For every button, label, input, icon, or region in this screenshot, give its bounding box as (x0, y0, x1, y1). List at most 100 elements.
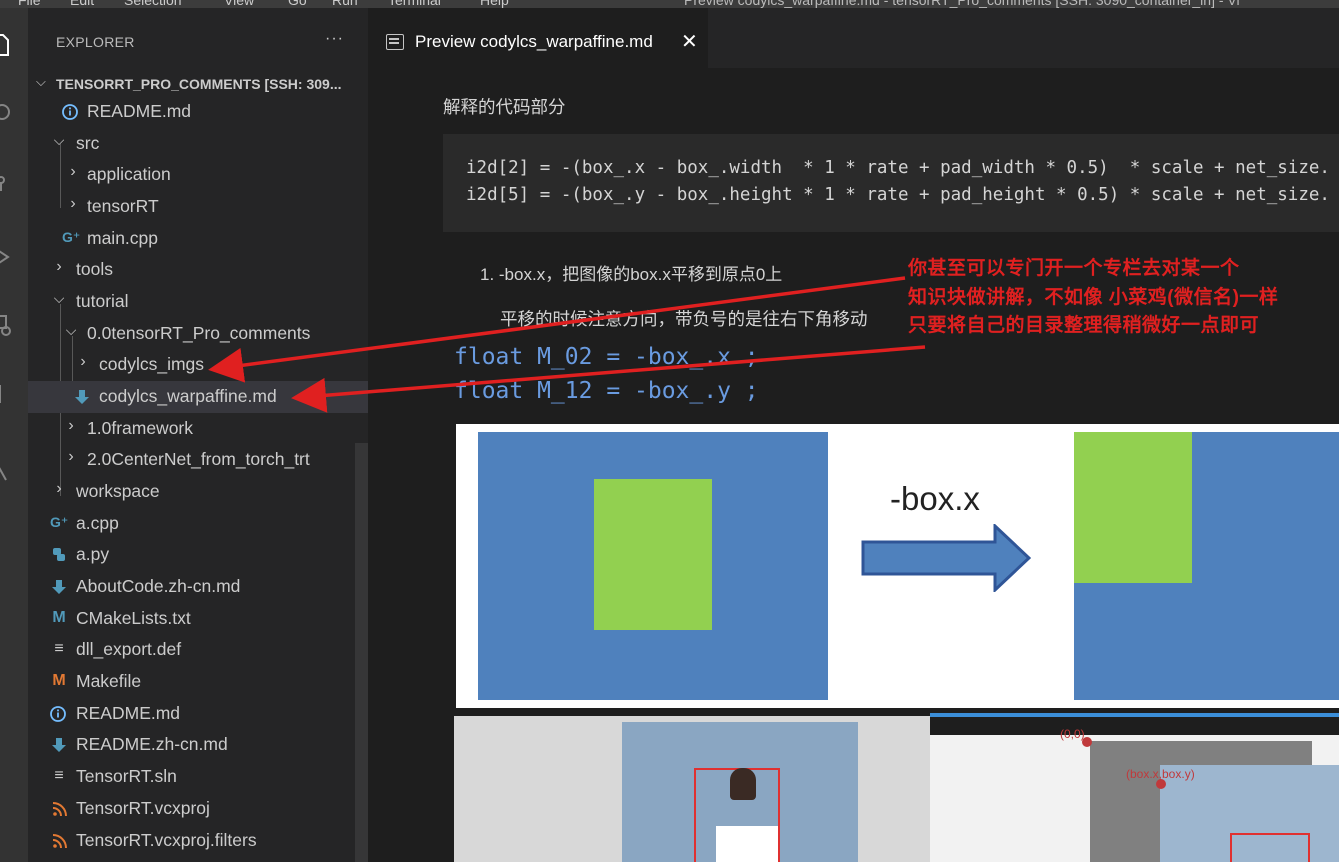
tree-folder-tools[interactable]: › tools (28, 254, 368, 286)
translation-diagram-image: -box.x (456, 424, 1339, 708)
tree-item-label: 1.0framework (87, 418, 194, 438)
tree-item-label: tools (76, 259, 113, 279)
source-control-icon[interactable] (0, 172, 14, 198)
tree-item-readme-zh[interactable]: README.zh-cn.md (28, 729, 368, 761)
tree-item-sln[interactable]: ≡ TensorRT.sln (28, 761, 368, 793)
tree-folder-tutorial[interactable]: ⌵ tutorial (28, 286, 368, 318)
code-line: i2d[2] = -(box_.x - box_.width * 1 * rat… (466, 158, 1330, 178)
tree-item-main-cpp[interactable]: G⁺ main.cpp (28, 223, 368, 255)
makefile-icon: M (52, 672, 66, 689)
tab-preview-warpaffine[interactable]: Preview codylcs_warpaffine.md ✕ (368, 8, 708, 68)
tree-item-label: CMakeLists.txt (76, 608, 191, 628)
tree-item-readme-src[interactable]: README.md (28, 96, 368, 128)
tree-item-label: dll_export.def (76, 639, 182, 659)
menu-edit[interactable]: Edit (70, 0, 94, 8)
markdown-download-icon (52, 738, 66, 752)
tree-item-label: codylcs_warpaffine.md (99, 386, 277, 406)
annotation-line: 知识块做讲解，不如像 小菜鸡(微信名)一样 (908, 287, 1279, 308)
tree-item-label: application (87, 164, 171, 184)
run-debug-icon[interactable] (0, 244, 14, 270)
tree-item-warpaffine-md[interactable]: codylcs_warpaffine.md (28, 381, 368, 413)
chevron-down-icon: ⌵ (36, 74, 46, 89)
menu-selection[interactable]: Selection (124, 0, 182, 8)
tree-item-dll-export[interactable]: ≡ dll_export.def (28, 634, 368, 666)
tab-label: Preview codylcs_warpaffine.md (415, 32, 653, 51)
detection-box (1230, 833, 1310, 862)
tree-folder-src[interactable]: ⌵ src (28, 128, 368, 160)
search-icon[interactable] (0, 100, 14, 126)
remote-explorer-icon[interactable] (0, 312, 14, 338)
chevron-right-icon: › (56, 480, 62, 497)
tree-folder-tensorrt[interactable]: › tensorRT (28, 191, 368, 223)
tree-item-vcxproj[interactable]: TensorRT.vcxproj (28, 793, 368, 825)
tree-folder-application[interactable]: › application (28, 159, 368, 191)
cpp-file-icon: G⁺ (62, 229, 81, 245)
activity-bar (0, 8, 28, 862)
target-box-rect (1074, 432, 1192, 583)
person-body (716, 826, 778, 862)
float-code-line: float M_02 = -box_.x ; (454, 344, 759, 370)
tree-folder-comments[interactable]: ⌵ 0.0tensorRT_Pro_comments (28, 318, 368, 350)
menu-go[interactable]: Go (288, 0, 307, 8)
menu-run[interactable]: Run (332, 0, 358, 8)
chevron-right-icon: › (70, 163, 76, 180)
tree-item-label: TensorRT.vcxproj (76, 798, 210, 818)
chevron-right-icon: › (68, 448, 74, 465)
tree-item-a-cpp[interactable]: G⁺ a.cpp (28, 508, 368, 540)
person-head (730, 768, 756, 800)
testing-icon[interactable] (0, 458, 14, 484)
tree-item-label: workspace (76, 481, 160, 501)
tree-folder-centernet[interactable]: › 2.0CenterNet_from_torch_trt (28, 444, 368, 476)
chevron-right-icon: › (68, 417, 74, 434)
tree-folder-framework[interactable]: › 1.0framework (28, 413, 368, 445)
markdown-download-icon (52, 580, 66, 594)
text-lines-icon: ≡ (54, 767, 64, 784)
tree-item-a-py[interactable]: a.py (28, 539, 368, 571)
tree-item-label: a.py (76, 544, 110, 564)
tree-item-label: 0.0tensorRT_Pro_comments (87, 323, 311, 343)
sidebar-scrollbar[interactable] (355, 443, 368, 862)
explorer-title: EXPLORER (56, 34, 135, 50)
annotation-line: 你甚至可以专门开一个专栏去对某一个 (908, 258, 1240, 279)
info-icon (50, 706, 66, 722)
tree-folder-codylcs-imgs[interactable]: › codylcs_imgs (28, 349, 368, 381)
tree-item-label: README.md (76, 703, 181, 723)
window-title: Preview codylcs_warpaffine.md - tensorRT… (684, 0, 1240, 8)
menu-help[interactable]: Help (480, 0, 509, 8)
extensions-icon[interactable] (0, 380, 14, 406)
more-actions-icon[interactable]: ··· (325, 30, 344, 48)
editor-tab-bar: Preview codylcs_warpaffine.md ✕ (368, 8, 1339, 68)
menu-file[interactable]: File (18, 0, 41, 8)
person-photo-original (454, 716, 930, 862)
tree-folder-workspace[interactable]: › workspace (28, 476, 368, 508)
preview-heading: 解释的代码部分 (443, 97, 566, 117)
tree-item-makefile[interactable]: M Makefile (28, 666, 368, 698)
tree-item-label: AboutCode.zh-cn.md (76, 576, 241, 596)
rss-icon (52, 834, 67, 849)
workspace-root-label: TENSORRT_PRO_COMMENTS [SSH: 309... (56, 76, 342, 92)
tree-item-label: Makefile (76, 671, 142, 691)
chevron-down-icon: ⌵ (65, 322, 77, 338)
diagram-label: -box.x (890, 480, 980, 517)
close-icon[interactable]: ✕ (681, 29, 698, 54)
menu-view[interactable]: View (224, 0, 254, 8)
text-lines-icon: ≡ (54, 640, 64, 657)
person-photo-translated: (0,0) (box.x,box.y) (930, 713, 1339, 862)
paragraph: 平移的时候注意方向，带负号的是往右下角移动 (500, 309, 868, 329)
float-code-line: float M_12 = -box_.y ; (454, 378, 759, 404)
tree-item-label: a.cpp (76, 513, 119, 533)
info-icon (62, 104, 78, 120)
tree-item-label: main.cpp (87, 228, 159, 248)
tree-item-aboutcode[interactable]: AboutCode.zh-cn.md (28, 571, 368, 603)
tree-item-readme[interactable]: README.md (28, 698, 368, 730)
tree-item-vcxproj-filters[interactable]: TensorRT.vcxproj.filters (28, 825, 368, 857)
arrow-right-icon (861, 524, 1031, 592)
tree-item-label: README.md (87, 101, 192, 121)
workspace-root[interactable]: ⌵ TENSORRT_PRO_COMMENTS [SSH: 309... (28, 72, 368, 96)
python-file-icon (53, 548, 65, 561)
menu-terminal[interactable]: Terminal (388, 0, 441, 8)
tree-item-label: 2.0CenterNet_from_torch_trt (87, 449, 310, 469)
tree-item-cmakelists[interactable]: M CMakeLists.txt (28, 603, 368, 635)
files-icon[interactable] (0, 32, 14, 58)
photo-header-strip (930, 717, 1339, 735)
